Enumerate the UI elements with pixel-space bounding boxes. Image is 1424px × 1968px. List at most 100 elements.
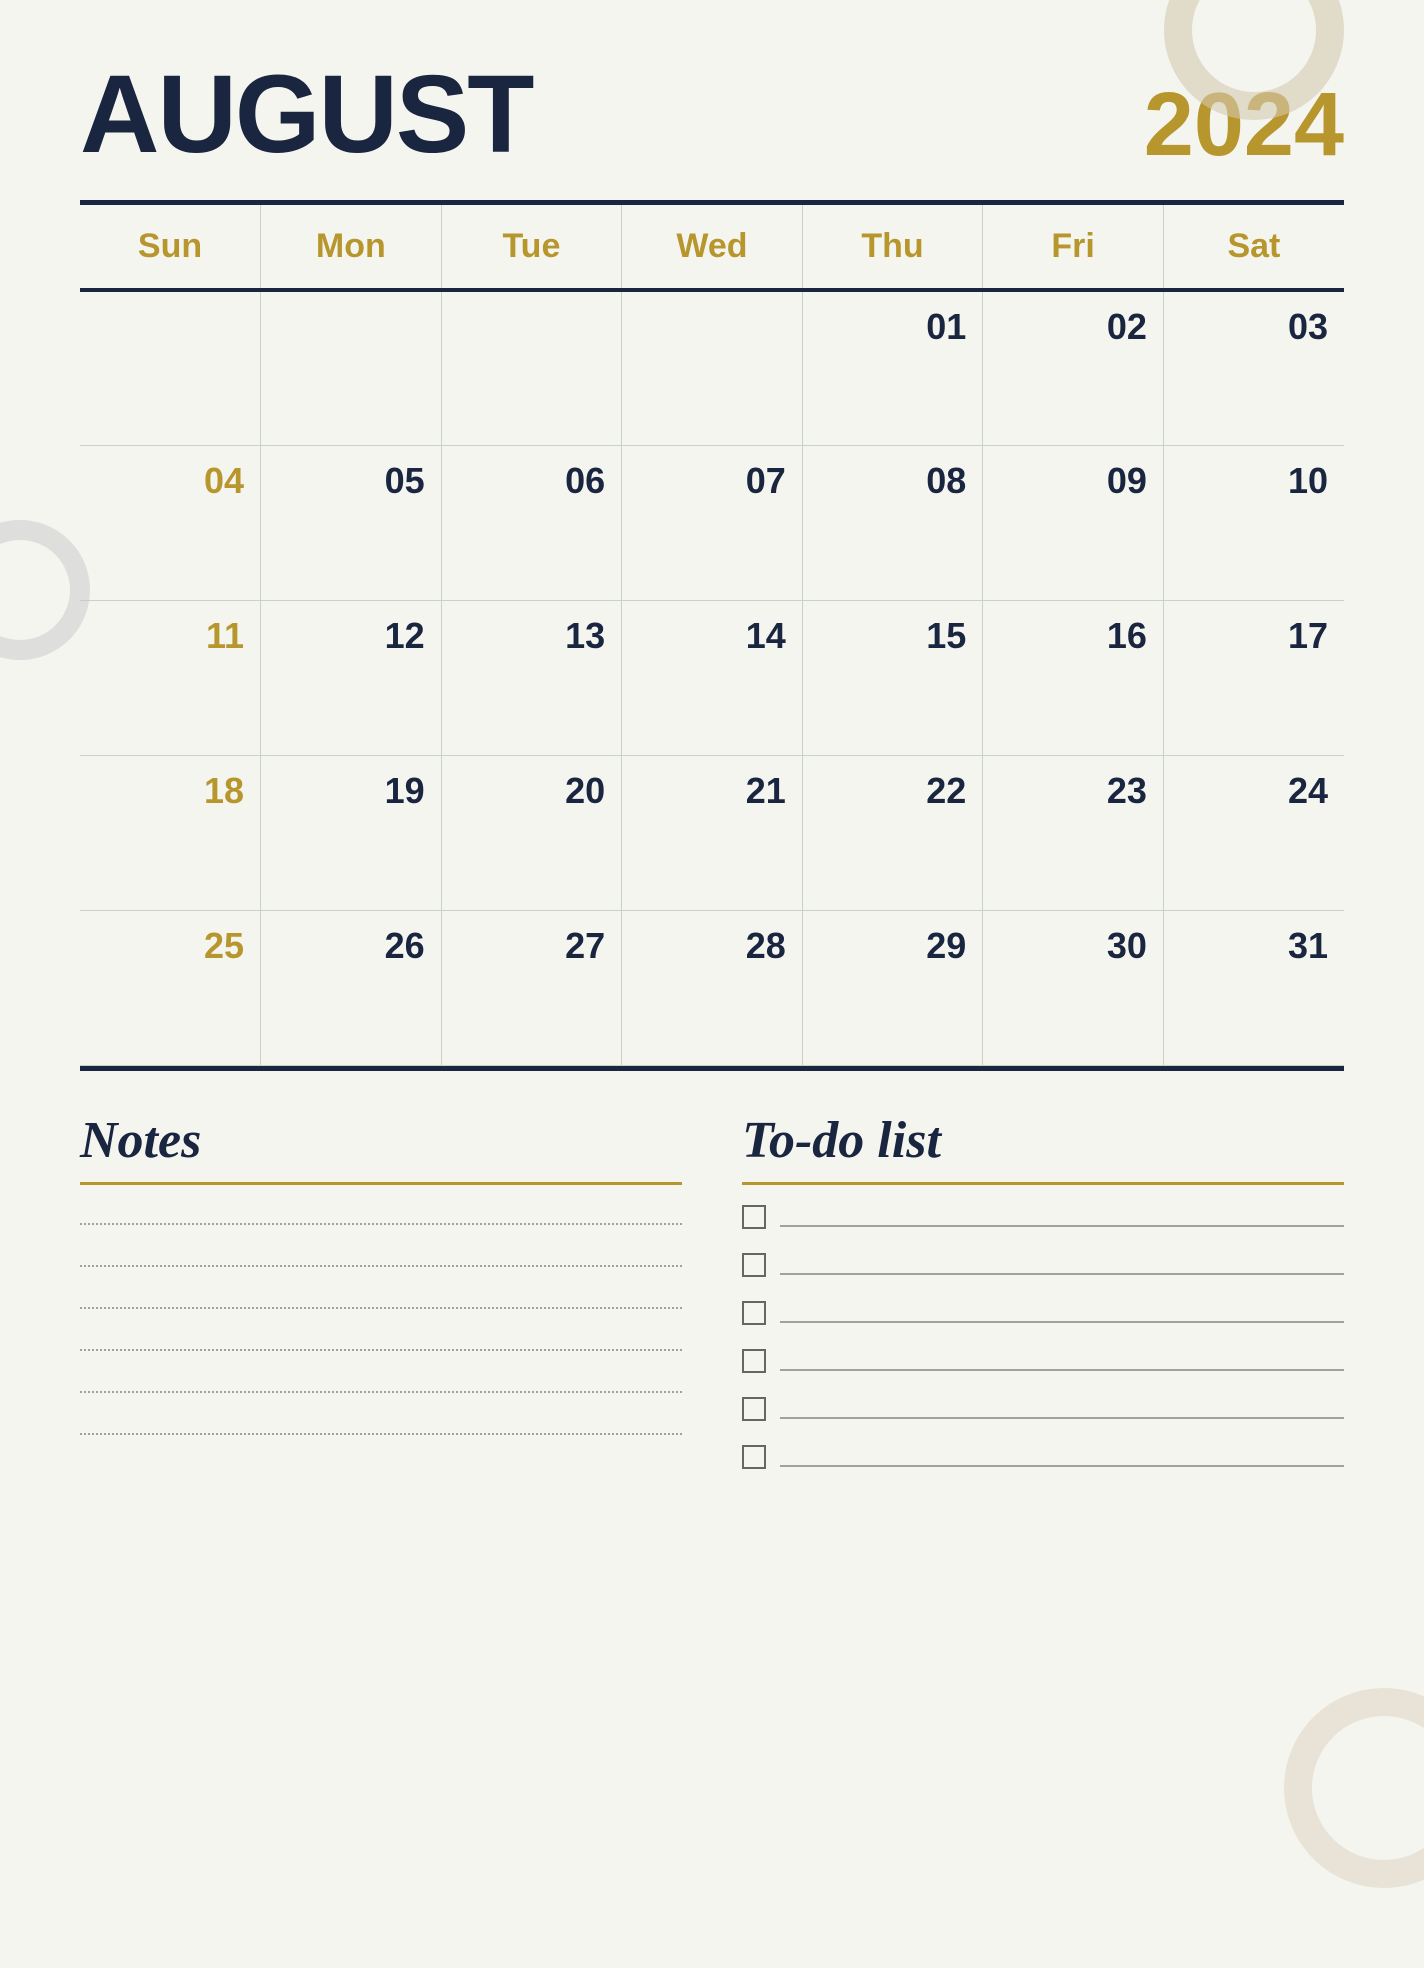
calendar-cell: 14: [622, 600, 803, 755]
todo-underline: [742, 1182, 1344, 1185]
date-number: 13: [458, 615, 606, 657]
date-number: 23: [999, 770, 1147, 812]
todo-item-line: [780, 1399, 1344, 1419]
date-number: 02: [999, 306, 1147, 348]
todo-item: [742, 1397, 1344, 1421]
todo-item-line: [780, 1255, 1344, 1275]
deco-circle-bottom-right: [1284, 1688, 1424, 1888]
date-number: 25: [96, 925, 244, 967]
date-number: 17: [1180, 615, 1328, 657]
date-number: 15: [819, 615, 967, 657]
date-number: 21: [638, 770, 786, 812]
date-number: 00: [458, 306, 606, 348]
calendar-header-row: Sun Mon Tue Wed Thu Fri Sat: [80, 205, 1344, 290]
todo-checkbox[interactable]: [742, 1349, 766, 1373]
calendar-cell: 20: [441, 755, 622, 910]
notes-line: [80, 1415, 682, 1435]
date-number: 07: [638, 460, 786, 502]
date-number: 29: [819, 925, 967, 967]
calendar-cell: 13: [441, 600, 622, 755]
calendar-cell: 00: [441, 290, 622, 445]
date-number: 01: [819, 306, 967, 348]
day-header-sat: Sat: [1163, 205, 1344, 290]
calendar-week-row: 11 12 13 14 15 16 17: [80, 600, 1344, 755]
calendar-cell: 06: [441, 445, 622, 600]
calendar-container: Sun Mon Tue Wed Thu Fri Sat 000000000102…: [80, 200, 1344, 1071]
todo-item: [742, 1349, 1344, 1373]
calendar-cell: 19: [261, 755, 442, 910]
header: AUGUST 2024: [80, 60, 1344, 170]
calendar-cell: 25: [80, 910, 261, 1065]
todo-checkbox[interactable]: [742, 1445, 766, 1469]
day-header-wed: Wed: [622, 205, 803, 290]
todo-item-line: [780, 1351, 1344, 1371]
calendar-cell: 16: [983, 600, 1164, 755]
calendar-week-row: 25 26 27 28 29 30 31: [80, 910, 1344, 1065]
date-number: 27: [458, 925, 606, 967]
day-header-fri: Fri: [983, 205, 1164, 290]
todo-title: To-do list: [742, 1111, 1344, 1170]
todo-item-line: [780, 1207, 1344, 1227]
notes-line: [80, 1331, 682, 1351]
date-number: 06: [458, 460, 606, 502]
date-number: 22: [819, 770, 967, 812]
deco-circle-left: [0, 520, 90, 660]
date-number: 26: [277, 925, 425, 967]
date-number: 09: [999, 460, 1147, 502]
date-number: 24: [1180, 770, 1328, 812]
calendar-table: Sun Mon Tue Wed Thu Fri Sat 000000000102…: [80, 205, 1344, 1066]
date-number: 18: [96, 770, 244, 812]
day-header-tue: Tue: [441, 205, 622, 290]
day-header-mon: Mon: [261, 205, 442, 290]
todo-item-line: [780, 1447, 1344, 1467]
day-header-sun: Sun: [80, 205, 261, 290]
todo-checkbox[interactable]: [742, 1205, 766, 1229]
date-number: 00: [638, 306, 786, 348]
todo-item: [742, 1301, 1344, 1325]
calendar-cell: 00: [261, 290, 442, 445]
date-number: 00: [277, 306, 425, 348]
month-title: AUGUST: [80, 60, 532, 170]
todo-item-line: [780, 1303, 1344, 1323]
bottom-section: Notes To-do list: [80, 1111, 1344, 1493]
bottom-border: [80, 1066, 1344, 1071]
calendar-week-row: 04050607080910: [80, 445, 1344, 600]
notes-title: Notes: [80, 1111, 682, 1170]
calendar-cell: 27: [441, 910, 622, 1065]
notes-lines: [80, 1205, 682, 1435]
date-number: 03: [1180, 306, 1328, 348]
calendar-cell: 07: [622, 445, 803, 600]
calendar-cell: 12: [261, 600, 442, 755]
todo-checkbox[interactable]: [742, 1301, 766, 1325]
calendar-cell: 11: [80, 600, 261, 755]
todo-checkbox[interactable]: [742, 1397, 766, 1421]
notes-underline: [80, 1182, 682, 1185]
calendar-cell: 10: [1163, 445, 1344, 600]
calendar-cell: 00: [622, 290, 803, 445]
calendar-cell: 31: [1163, 910, 1344, 1065]
calendar-cell: 18: [80, 755, 261, 910]
notes-line: [80, 1289, 682, 1309]
todo-item: [742, 1253, 1344, 1277]
notes-line: [80, 1373, 682, 1393]
calendar-cell: 23: [983, 755, 1164, 910]
notes-line: [80, 1247, 682, 1267]
calendar-cell: 30: [983, 910, 1164, 1065]
calendar-cell: 05: [261, 445, 442, 600]
todo-checkbox[interactable]: [742, 1253, 766, 1277]
date-number: 12: [277, 615, 425, 657]
calendar-page: AUGUST 2024 Sun Mon Tue Wed Thu Fri Sat …: [0, 0, 1424, 1968]
calendar-week-row: 18 19 20 21 22 23 24: [80, 755, 1344, 910]
todo-section: To-do list: [742, 1111, 1344, 1493]
date-number: 14: [638, 615, 786, 657]
date-number: 10: [1180, 460, 1328, 502]
calendar-cell: 24: [1163, 755, 1344, 910]
date-number: 31: [1180, 925, 1328, 967]
date-number: 11: [96, 615, 244, 657]
calendar-cell: 28: [622, 910, 803, 1065]
notes-section: Notes: [80, 1111, 682, 1493]
date-number: 20: [458, 770, 606, 812]
date-number: 19: [277, 770, 425, 812]
calendar-cell: 17: [1163, 600, 1344, 755]
date-number: 30: [999, 925, 1147, 967]
